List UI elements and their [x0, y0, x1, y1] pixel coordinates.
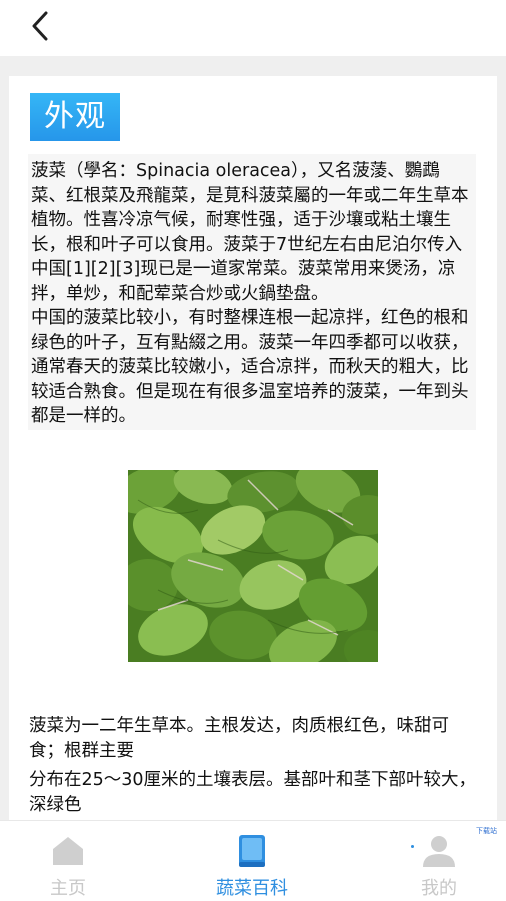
- description-paragraph-2: 分布在25～30厘米的土壤表层。基部叶和茎下部叶较大，深绿色: [29, 770, 477, 815]
- tab-vegetable-wiki-label: 蔬菜百科: [216, 878, 288, 899]
- notification-dot: [411, 845, 414, 848]
- tab-vegetable-wiki[interactable]: 蔬菜百科: [192, 829, 312, 899]
- tab-home[interactable]: 主页: [8, 829, 128, 899]
- description-paragraph-1: 菠菜为一二年生草本。主根发达，肉质根红色，味甜可食；根群主要: [29, 716, 449, 761]
- chevron-left-icon: [32, 11, 48, 41]
- intro-block: 菠菜（學名：Spinacia oleracea），又名菠蔆、鸚鵡菜、红根菜及飛龍…: [28, 154, 476, 430]
- spinach-photo: [128, 470, 378, 662]
- tab-mine[interactable]: 我的: [379, 829, 499, 899]
- article-card: 外观 菠菜（學名：Spinacia oleracea），又名菠蔆、鸚鵡菜、红根菜…: [9, 76, 497, 820]
- tab-mine-label: 我的: [421, 878, 457, 899]
- section-title: 外观: [30, 93, 120, 141]
- top-bar: [0, 0, 506, 56]
- watermark-text: 下载站: [476, 827, 497, 835]
- book-icon: [239, 835, 265, 867]
- tab-home-label: 主页: [50, 878, 86, 899]
- home-icon: [53, 837, 83, 865]
- bottom-tab-bar: 主页 蔬菜百科 我的: [0, 820, 506, 901]
- intro-text: 菠菜（學名：Spinacia oleracea），又名菠蔆、鸚鵡菜、红根菜及飛龍…: [31, 161, 469, 426]
- user-icon: [423, 836, 455, 867]
- back-button[interactable]: [24, 6, 56, 46]
